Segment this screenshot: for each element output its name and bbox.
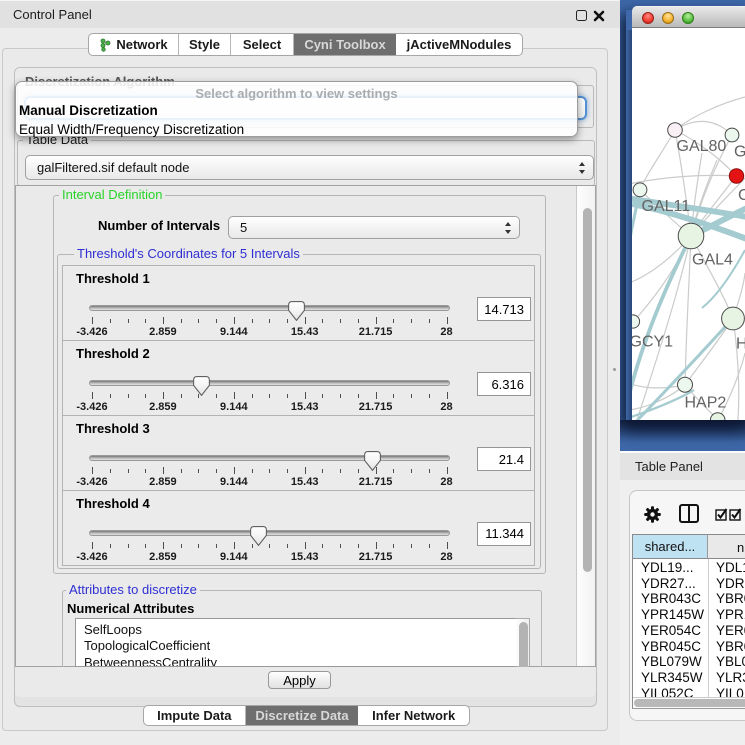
svg-text:HAP2: HAP2 — [685, 394, 727, 411]
svg-text:GA: GA — [734, 144, 745, 161]
svg-text:GAL11: GAL11 — [642, 198, 691, 215]
svg-text:C: C — [738, 187, 745, 204]
svg-text:H: H — [736, 336, 745, 353]
svg-text:GAL4: GAL4 — [692, 251, 733, 268]
svg-text:GCY1: GCY1 — [632, 334, 673, 351]
svg-text:GAL80: GAL80 — [677, 138, 727, 155]
